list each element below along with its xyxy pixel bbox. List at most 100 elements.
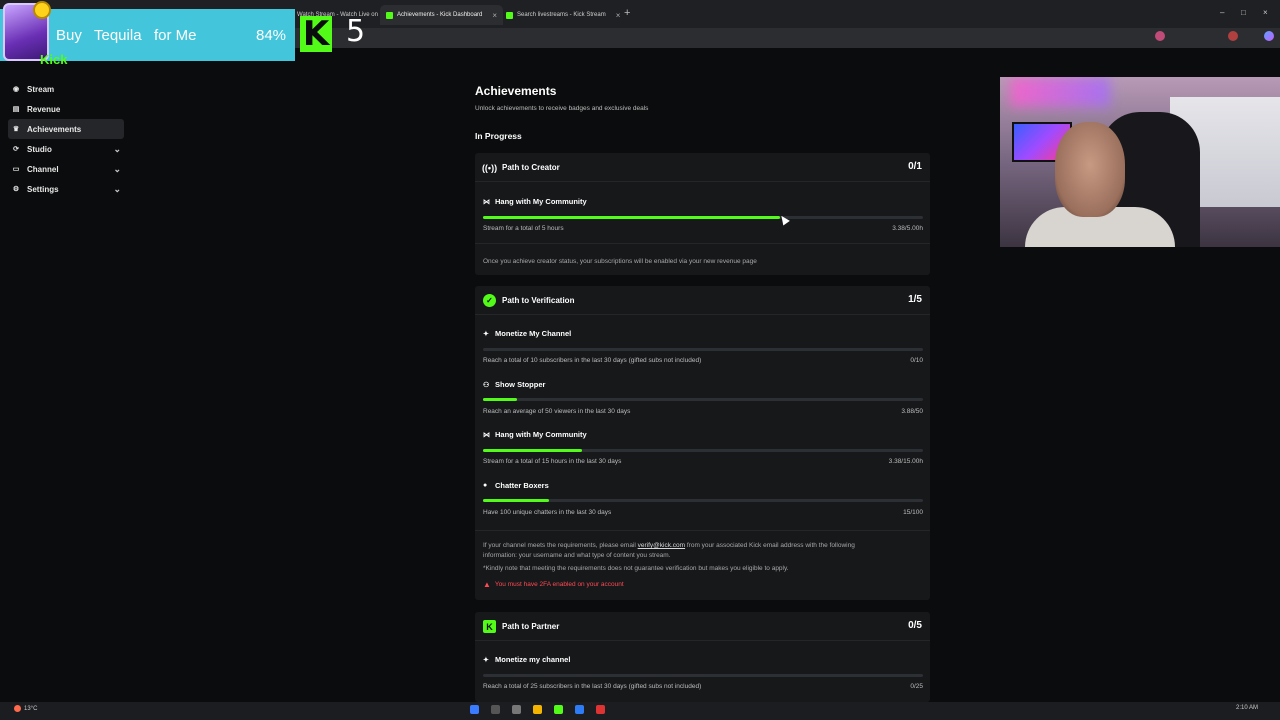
minimize-icon[interactable]: – <box>1220 8 1224 17</box>
card-note: *Kindly note that meeting the requiremen… <box>483 565 789 572</box>
card-score: 0/5 <box>908 620 922 631</box>
community-icon: ⋈ <box>483 198 490 206</box>
card-title: Path to Verification <box>502 296 575 305</box>
sidebar-item-label: Achievements <box>27 124 82 134</box>
progress-fill <box>483 449 582 452</box>
card-path-to-partner: K Path to Partner 0/5 ✦ Monetize my chan… <box>475 612 930 702</box>
goal-description: Stream for a total of 5 hours <box>483 225 564 232</box>
goal-title-text: Show Stopper <box>495 380 546 389</box>
warning-icon: ▲ <box>483 580 491 589</box>
profile-avatar-icon[interactable] <box>1228 31 1238 41</box>
warning-text: You must have 2FA enabled on your accoun… <box>494 581 624 588</box>
tab-search-livestreams[interactable]: Search livestreams - Kick Stream × <box>500 5 626 25</box>
kick-logo-icon: K <box>483 620 496 633</box>
trophy-icon: ♛ <box>12 126 20 133</box>
divider <box>475 530 930 531</box>
donation-label: Buy <box>56 27 82 44</box>
divider <box>475 181 930 182</box>
sidebar-item-channel[interactable]: ▭ Channel ⌄ <box>8 159 124 179</box>
extension-icon[interactable] <box>1155 31 1165 41</box>
progress-fill <box>483 398 518 401</box>
goal-title-text: Monetize My Channel <box>495 329 572 338</box>
sidebar-item-label: Revenue <box>27 104 61 114</box>
sidebar-item-label: Studio <box>27 144 52 154</box>
app-icon[interactable] <box>596 705 605 714</box>
goal-title: ● Chatter Boxers <box>483 481 549 490</box>
page-title: Achievements <box>475 84 557 98</box>
sidebar-item-settings[interactable]: ⚙ Settings ⌄ <box>8 179 124 199</box>
streamer-face <box>1055 122 1125 217</box>
revenue-icon: ▤ <box>12 106 20 113</box>
note-text: If your channel meets the requirements, … <box>483 542 638 549</box>
goal-value: 15/100 <box>903 509 923 516</box>
app-icon[interactable] <box>512 705 521 714</box>
kick-logo-icon: K <box>300 16 332 52</box>
card-note: information: your username and what type… <box>483 552 671 559</box>
sidebar-item-label: Stream <box>27 84 55 94</box>
kick-logo-letter: K <box>302 14 330 54</box>
close-tab-icon[interactable]: × <box>616 11 621 20</box>
goal-value: 0/25 <box>910 683 923 690</box>
kick-wordmark[interactable]: Kick <box>40 52 67 67</box>
chevron-down-icon: ⌄ <box>113 143 121 154</box>
goal-value: 3.38/15.00h <box>888 458 923 465</box>
sidebar-item-studio[interactable]: ⟳ Studio ⌄ <box>8 139 124 159</box>
card-header: ✓ Path to Verification <box>483 294 574 307</box>
sparkle-icon: ✦ <box>483 330 489 338</box>
taskbar <box>0 702 1280 720</box>
page-subtitle: Unlock achievements to receive badges an… <box>475 105 649 112</box>
sidebar-item-achievements[interactable]: ♛ Achievements <box>8 119 124 139</box>
weather-widget[interactable]: 13°C <box>14 705 37 712</box>
divider <box>475 243 930 244</box>
browser-icon[interactable] <box>575 705 584 714</box>
progress-bar <box>483 216 923 219</box>
progress-fill <box>483 216 781 219</box>
start-icon[interactable] <box>470 705 479 714</box>
card-score: 0/1 <box>908 161 922 172</box>
close-window-icon[interactable]: × <box>1263 8 1268 17</box>
goal-title: ⚇ Show Stopper <box>483 380 545 389</box>
studio-icon: ⟳ <box>13 146 19 153</box>
progress-fill <box>483 499 549 502</box>
goal-title: ✦ Monetize my channel <box>483 655 570 664</box>
taskbar-apps <box>470 705 605 714</box>
card-score: 1/5 <box>908 294 922 305</box>
kick-app-icon[interactable] <box>554 705 563 714</box>
lemon-icon <box>33 1 51 19</box>
goal-description: Have 100 unique chatters in the last 30 … <box>483 509 612 516</box>
settings-icon: ⚙ <box>12 186 20 193</box>
goal-title: ⋈ Hang with My Community <box>483 197 587 206</box>
donation-label: for Me <box>154 27 197 44</box>
twofa-warning: ▲ You must have 2FA enabled on your acco… <box>483 580 624 589</box>
copilot-icon[interactable] <box>1264 31 1274 41</box>
goal-value: 0/10 <box>910 357 923 364</box>
section-heading: In Progress <box>475 131 522 141</box>
kick-counter: 5 <box>346 14 366 49</box>
goal-description: Reach an average of 50 viewers in the la… <box>483 408 631 415</box>
close-tab-icon[interactable]: × <box>492 11 497 20</box>
divider <box>475 640 930 641</box>
weather-temp: 13°C <box>24 705 38 712</box>
chat-bubble-icon: ● <box>483 482 488 489</box>
goal-value: 3.88/50 <box>901 408 923 415</box>
progress-bar <box>483 674 923 677</box>
verify-email-link[interactable]: verify@kick.com <box>638 542 685 549</box>
search-icon[interactable] <box>491 705 500 714</box>
goal-description: Reach a total of 10 subscribers in the l… <box>483 357 702 364</box>
goal-title-text: Chatter Boxers <box>495 481 549 490</box>
goal-title-text: Hang with My Community <box>495 197 587 206</box>
maximize-icon[interactable]: □ <box>1241 8 1246 17</box>
card-title: Path to Partner <box>502 622 560 631</box>
card-header: K Path to Partner <box>483 620 559 633</box>
new-tab-button[interactable]: + <box>624 7 630 19</box>
goal-title: ⋈ Hang with My Community <box>483 430 587 439</box>
clock: 2:10 AM <box>1235 705 1258 711</box>
sidebar-item-stream[interactable]: ◉ Stream <box>8 79 124 99</box>
tab-label: Achievements - Kick Dashboard <box>397 12 483 18</box>
folder-icon[interactable] <box>533 705 542 714</box>
tab-achievements[interactable]: Achievements - Kick Dashboard × <box>380 5 504 25</box>
card-note: Once you achieve creator status, your su… <box>483 258 757 265</box>
weather-icon <box>14 705 21 712</box>
donation-percent: 84% <box>256 27 287 44</box>
sidebar-item-revenue[interactable]: ▤ Revenue <box>8 99 124 119</box>
